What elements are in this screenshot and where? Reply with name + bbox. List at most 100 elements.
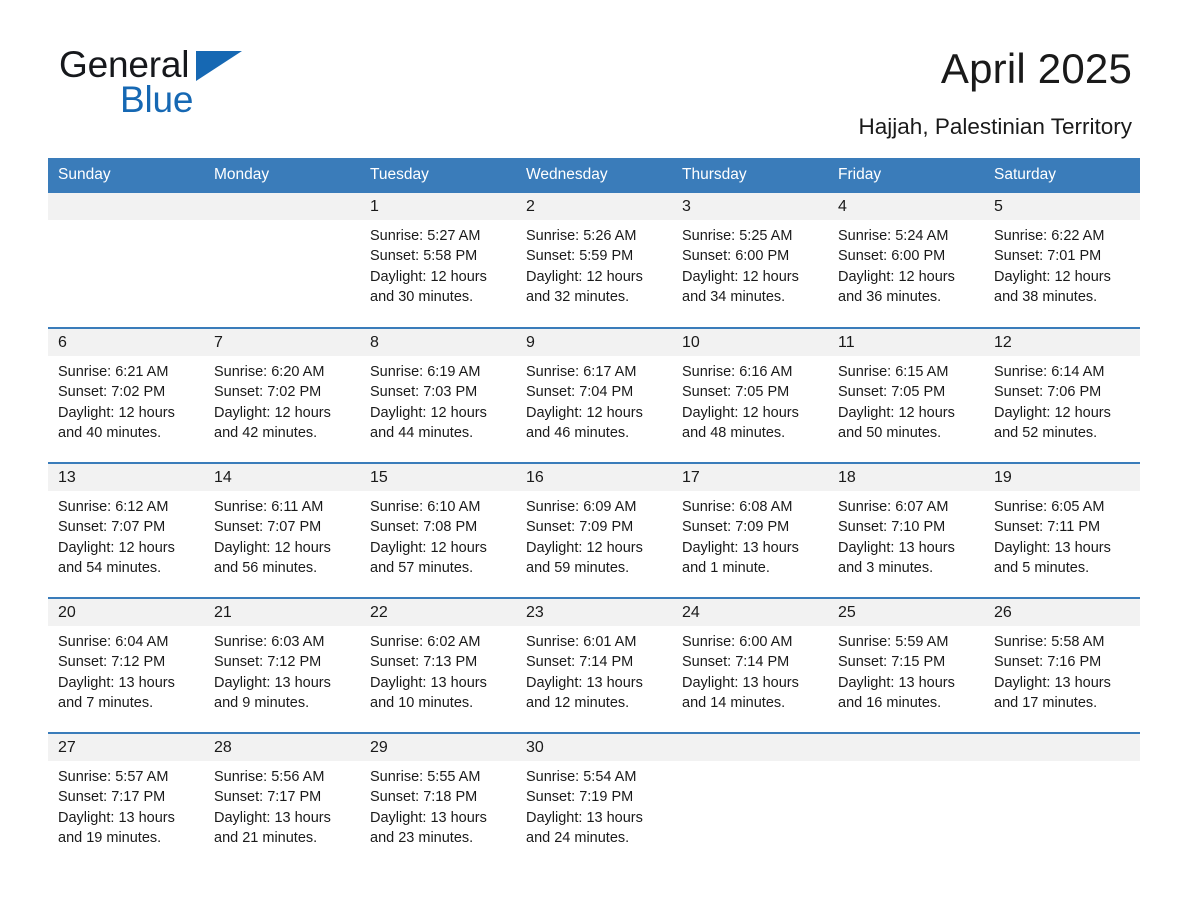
calendar-day-cell[interactable]: 11 Sunrise: 6:15 AM Sunset: 7:05 PM Dayligh…: [828, 327, 984, 463]
weekday-header-tuesday: Tuesday: [360, 158, 516, 193]
day-number: 13: [48, 464, 204, 491]
sunrise-text: Sunrise: 5:58 AM: [994, 634, 1105, 650]
calendar-day-cell[interactable]: 12 Sunrise: 6:14 AM Sunset: 7:06 PM Dayligh…: [984, 327, 1140, 463]
sunset-text: Sunset: 7:07 PM: [58, 519, 166, 536]
calendar-page: General Blue April 2025 Hajjah, Palestin…: [0, 0, 1188, 918]
day-sun-info: Sunrise: 6:12 AM Sunset: 7:07 PM Daylight:…: [48, 491, 204, 578]
calendar-day-cell-empty: [672, 732, 828, 868]
daylight-text: Daylight: 13 hours and 3 minutes.: [838, 539, 955, 576]
calendar-day-cell[interactable]: 14 Sunrise: 6:11 AM Sunset: 7:07 PM Dayligh…: [204, 462, 360, 598]
day-number: 18: [828, 464, 984, 491]
calendar-day-cell[interactable]: 30 Sunrise: 5:54 AM Sunset: 7:19 PM Dayligh…: [516, 732, 672, 868]
day-number: 30: [516, 734, 672, 761]
calendar-day-cell[interactable]: 13 Sunrise: 6:12 AM Sunset: 7:07 PM Dayligh…: [48, 462, 204, 598]
calendar-day-cell[interactable]: 15 Sunrise: 6:10 AM Sunset: 7:08 PM Dayligh…: [360, 462, 516, 598]
day-number: 19: [984, 464, 1140, 491]
calendar-day-cell-empty: [48, 193, 204, 328]
calendar-day-cell[interactable]: 25 Sunrise: 5:59 AM Sunset: 7:15 PM Dayligh…: [828, 597, 984, 733]
logo-text-blue: Blue: [120, 79, 194, 120]
calendar-day-cell[interactable]: 18 Sunrise: 6:07 AM Sunset: 7:10 PM Dayligh…: [828, 462, 984, 598]
calendar-day-cell[interactable]: 16 Sunrise: 6:09 AM Sunset: 7:09 PM Dayligh…: [516, 462, 672, 598]
calendar-day-cell[interactable]: 1 Sunrise: 5:27 AM Sunset: 5:58 PM Daylight…: [360, 193, 516, 328]
sunset-text: Sunset: 7:09 PM: [526, 519, 634, 536]
calendar-day-cell[interactable]: 6 Sunrise: 6:21 AM Sunset: 7:02 PM Daylight…: [48, 327, 204, 463]
sunrise-text: Sunrise: 6:20 AM: [214, 364, 325, 380]
daylight-text: Daylight: 12 hours and 54 minutes.: [58, 539, 175, 576]
calendar-day-cell[interactable]: 19 Sunrise: 6:05 AM Sunset: 7:11 PM Dayligh…: [984, 462, 1140, 598]
day-number: 8: [360, 329, 516, 356]
sunset-text: Sunset: 7:02 PM: [58, 384, 166, 401]
sunrise-text: Sunrise: 6:16 AM: [682, 364, 793, 380]
sunrise-text: Sunrise: 5:59 AM: [838, 634, 949, 650]
daylight-text: Daylight: 12 hours and 57 minutes.: [370, 539, 487, 576]
day-number: 5: [984, 193, 1140, 220]
sunrise-text: Sunrise: 5:56 AM: [214, 769, 325, 785]
calendar-day-cell[interactable]: 10 Sunrise: 6:16 AM Sunset: 7:05 PM Dayligh…: [672, 327, 828, 463]
calendar-day-cell[interactable]: 7 Sunrise: 6:20 AM Sunset: 7:02 PM Daylight…: [204, 327, 360, 463]
weekday-header-sunday: Sunday: [48, 158, 204, 193]
calendar-day-cell[interactable]: 3 Sunrise: 5:25 AM Sunset: 6:00 PM Daylight…: [672, 193, 828, 328]
calendar-day-cell[interactable]: 4 Sunrise: 5:24 AM Sunset: 6:00 PM Daylight…: [828, 193, 984, 328]
day-number: 28: [204, 734, 360, 761]
calendar-day-cell[interactable]: 17 Sunrise: 6:08 AM Sunset: 7:09 PM Dayligh…: [672, 462, 828, 598]
logo-text-general: General: [59, 44, 190, 85]
daylight-text: Daylight: 12 hours and 34 minutes.: [682, 268, 799, 305]
day-number: 4: [828, 193, 984, 220]
sunrise-text: Sunrise: 6:17 AM: [526, 364, 637, 380]
sunrise-text: Sunrise: 6:14 AM: [994, 364, 1105, 380]
sunset-text: Sunset: 7:13 PM: [370, 654, 478, 671]
calendar-day-cell[interactable]: 24 Sunrise: 6:00 AM Sunset: 7:14 PM Dayligh…: [672, 597, 828, 733]
sunset-text: Sunset: 7:10 PM: [838, 519, 946, 536]
calendar-day-cell[interactable]: 5 Sunrise: 6:22 AM Sunset: 7:01 PM Daylight…: [984, 193, 1140, 328]
calendar-day-cell[interactable]: 28 Sunrise: 5:56 AM Sunset: 7:17 PM Dayligh…: [204, 732, 360, 868]
calendar-day-cell[interactable]: 21 Sunrise: 6:03 AM Sunset: 7:12 PM Dayligh…: [204, 597, 360, 733]
weekday-header-wednesday: Wednesday: [516, 158, 672, 193]
day-sun-info: Sunrise: 6:20 AM Sunset: 7:02 PM Daylight:…: [204, 356, 360, 443]
sunrise-text: Sunrise: 6:02 AM: [370, 634, 481, 650]
calendar-week-row: 13 Sunrise: 6:12 AM Sunset: 7:07 PM Dayligh…: [48, 462, 1140, 598]
page-header: General Blue April 2025 Hajjah, Palestin…: [48, 0, 1140, 158]
daylight-text: Daylight: 12 hours and 48 minutes.: [682, 404, 799, 441]
day-number: [672, 734, 828, 761]
day-number: 12: [984, 329, 1140, 356]
calendar-day-cell[interactable]: 27 Sunrise: 5:57 AM Sunset: 7:17 PM Dayligh…: [48, 732, 204, 868]
day-number: 29: [360, 734, 516, 761]
logo-triangle-icon: [196, 51, 242, 81]
daylight-text: Daylight: 13 hours and 14 minutes.: [682, 674, 799, 711]
sunset-text: Sunset: 7:18 PM: [370, 789, 478, 806]
weekday-header-monday: Monday: [204, 158, 360, 193]
daylight-text: Daylight: 13 hours and 9 minutes.: [214, 674, 331, 711]
calendar-day-cell-empty: [204, 193, 360, 328]
day-number: 20: [48, 599, 204, 626]
sunrise-text: Sunrise: 5:25 AM: [682, 228, 793, 244]
sunset-text: Sunset: 7:15 PM: [838, 654, 946, 671]
day-sun-info: Sunrise: 6:14 AM Sunset: 7:06 PM Daylight:…: [984, 356, 1140, 443]
daylight-text: Daylight: 13 hours and 10 minutes.: [370, 674, 487, 711]
calendar-day-cell[interactable]: 8 Sunrise: 6:19 AM Sunset: 7:03 PM Daylight…: [360, 327, 516, 463]
page-title: April 2025: [940, 45, 1132, 92]
calendar-day-cell[interactable]: 23 Sunrise: 6:01 AM Sunset: 7:14 PM Dayligh…: [516, 597, 672, 733]
sunset-text: Sunset: 7:12 PM: [214, 654, 322, 671]
daylight-text: Daylight: 12 hours and 52 minutes.: [994, 404, 1111, 441]
calendar-day-cell[interactable]: 26 Sunrise: 5:58 AM Sunset: 7:16 PM Dayligh…: [984, 597, 1140, 733]
day-sun-info: Sunrise: 5:54 AM Sunset: 7:19 PM Daylight:…: [516, 761, 672, 848]
calendar-day-cell[interactable]: 2 Sunrise: 5:26 AM Sunset: 5:59 PM Daylight…: [516, 193, 672, 328]
day-sun-info: Sunrise: 6:08 AM Sunset: 7:09 PM Daylight:…: [672, 491, 828, 578]
sunrise-text: Sunrise: 6:01 AM: [526, 634, 637, 650]
daylight-text: Daylight: 13 hours and 16 minutes.: [838, 674, 955, 711]
sunrise-text: Sunrise: 6:07 AM: [838, 499, 949, 515]
calendar-day-cell[interactable]: 22 Sunrise: 6:02 AM Sunset: 7:13 PM Dayligh…: [360, 597, 516, 733]
calendar-day-cell[interactable]: 20 Sunrise: 6:04 AM Sunset: 7:12 PM Dayligh…: [48, 597, 204, 733]
day-sun-info: Sunrise: 5:56 AM Sunset: 7:17 PM Daylight:…: [204, 761, 360, 848]
day-number: 22: [360, 599, 516, 626]
calendar-week-row: 6 Sunrise: 6:21 AM Sunset: 7:02 PM Daylight…: [48, 327, 1140, 463]
daylight-text: Daylight: 12 hours and 32 minutes.: [526, 268, 643, 305]
calendar-day-cell[interactable]: 29 Sunrise: 5:55 AM Sunset: 7:18 PM Dayligh…: [360, 732, 516, 868]
sunset-text: Sunset: 7:05 PM: [838, 384, 946, 401]
daylight-text: Daylight: 13 hours and 24 minutes.: [526, 809, 643, 846]
calendar-day-cell[interactable]: 9 Sunrise: 6:17 AM Sunset: 7:04 PM Daylight…: [516, 327, 672, 463]
day-sun-info: Sunrise: 5:25 AM Sunset: 6:00 PM Daylight:…: [672, 220, 828, 307]
daylight-text: Daylight: 12 hours and 56 minutes.: [214, 539, 331, 576]
day-number: [828, 734, 984, 761]
day-sun-info: Sunrise: 6:22 AM Sunset: 7:01 PM Daylight:…: [984, 220, 1140, 307]
